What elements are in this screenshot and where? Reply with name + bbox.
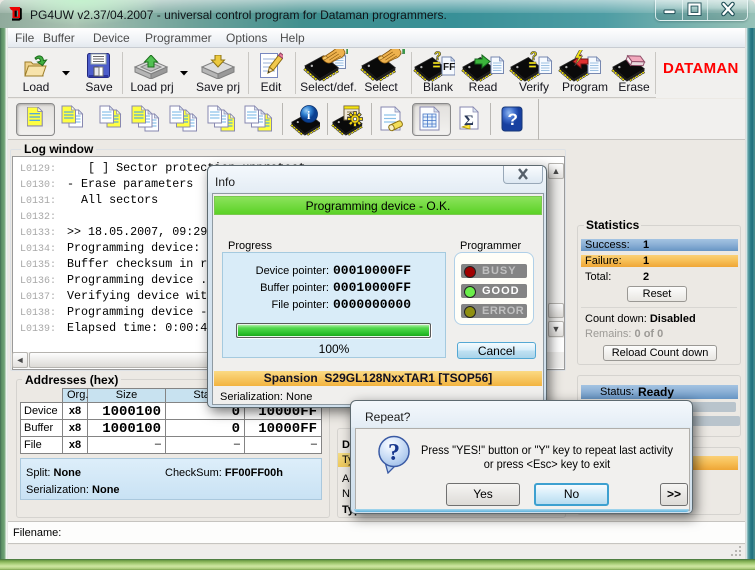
svg-text:?: ? — [530, 50, 537, 63]
svg-text:FF: FF — [443, 62, 455, 73]
svg-text:?: ? — [388, 440, 400, 466]
svg-text:?: ? — [434, 50, 441, 63]
svg-text:Σ: Σ — [464, 113, 474, 129]
svg-text:?: ? — [508, 110, 518, 129]
